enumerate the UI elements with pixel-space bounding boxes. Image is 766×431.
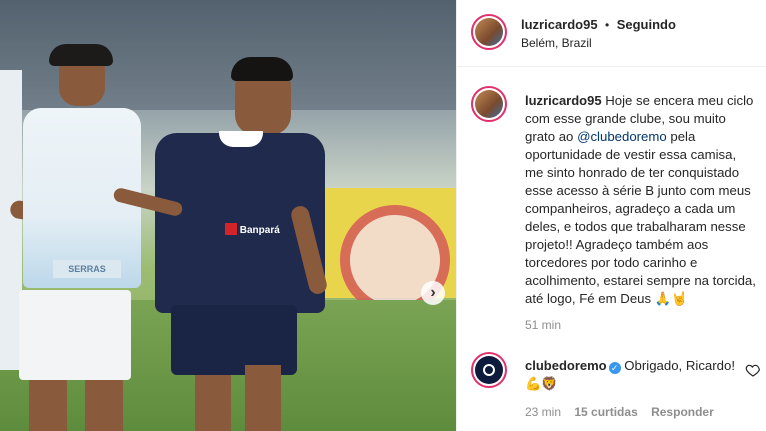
comment: clubedoremo ✓ Obrigado, Ricardo! 💪🦁 (525, 357, 735, 393)
reply-button[interactable]: Responder (651, 405, 714, 419)
post-caption: luzricardo95 Hoje se encera meu ciclo co… (525, 92, 757, 308)
author-line: luzricardo95 • Seguindo (521, 16, 676, 34)
post-photo[interactable]: SERRAS Banpará › (0, 0, 456, 431)
separator-dot: • (605, 18, 610, 32)
caption-username[interactable]: luzricardo95 (525, 93, 602, 108)
mention-link[interactable]: @clubedoremo (577, 129, 667, 144)
author-username[interactable]: luzricardo95 (521, 17, 598, 32)
heart-outline-icon[interactable] (745, 362, 761, 378)
caption-avatar[interactable] (471, 86, 507, 122)
commenter-avatar[interactable] (471, 352, 507, 388)
post-header: luzricardo95 • Seguindo Belém, Brazil (457, 0, 766, 67)
comment-actions: 23 min 15 curtidas Responder (525, 405, 714, 419)
post-details-panel: luzricardo95 • Seguindo Belém, Brazil lu… (456, 0, 766, 431)
post-location[interactable]: Belém, Brazil (521, 36, 592, 50)
following-button[interactable]: Seguindo (617, 17, 676, 32)
verified-badge-icon: ✓ (608, 362, 621, 374)
commenter-username[interactable]: clubedoremo (525, 358, 607, 373)
author-avatar[interactable] (471, 14, 507, 50)
caption-text-end: pela oportunidade de vestir essa camisa,… (525, 129, 756, 306)
comment-timestamp[interactable]: 23 min (525, 405, 561, 419)
caption-timestamp[interactable]: 51 min (525, 318, 561, 332)
main-player: Banpará (95, 55, 375, 431)
comment-likes[interactable]: 15 curtidas (574, 405, 637, 419)
carousel-next-button[interactable]: › (421, 281, 445, 305)
